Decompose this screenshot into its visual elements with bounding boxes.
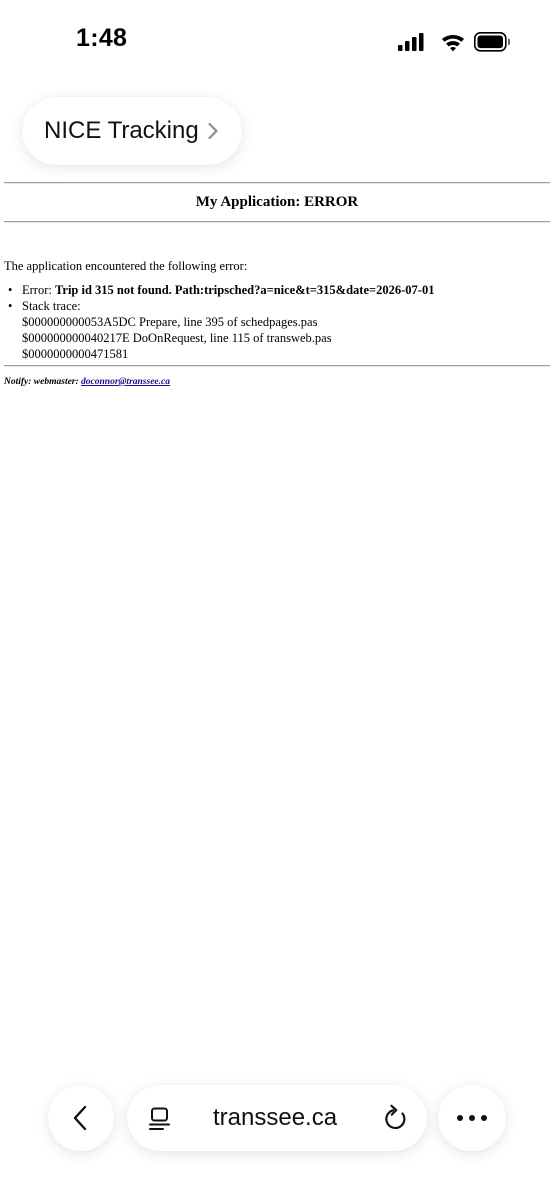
browser-window: 1:48 NICE Tracking My Application: ERROR… xyxy=(0,0,554,1200)
battery-icon xyxy=(474,32,510,52)
address-text: transsee.ca xyxy=(213,1104,338,1131)
error-message: Trip id 315 not found. Path:tripsched?a=… xyxy=(54,283,435,297)
cellular-signal-icon xyxy=(398,33,424,51)
status-bar: 1:48 xyxy=(0,0,554,80)
more-button[interactable] xyxy=(438,1085,506,1151)
page-title: My Application: ERROR xyxy=(195,194,359,210)
error-prefix: Error: xyxy=(22,283,55,297)
stack-trace-item: Stack trace: $000000000053A5DC Prepare, … xyxy=(4,298,434,362)
stack-trace-line: $0000000000471581 xyxy=(22,347,129,361)
reload-icon[interactable] xyxy=(383,1104,409,1132)
notify-line: Notify: webmaster: doconnor@transsee.ca xyxy=(4,377,170,387)
error-item: Error: Trip id 315 not found. Path:trips… xyxy=(4,282,434,298)
site-name-pill[interactable]: NICE Tracking xyxy=(22,97,242,165)
status-time: 1:48 xyxy=(76,24,128,52)
error-list: Error: Trip id 315 not found. Path:trips… xyxy=(4,282,434,362)
back-chevron-icon xyxy=(73,1105,87,1131)
site-name-label: NICE Tracking xyxy=(44,117,199,144)
more-dots-icon xyxy=(457,1115,487,1121)
status-icons xyxy=(398,32,510,52)
stack-trace-line: $000000000053A5DC Prepare, line 395 of s… xyxy=(22,315,318,329)
notify-label: Notify: webmaster: xyxy=(4,377,82,387)
stack-trace-label: Stack trace: xyxy=(22,299,81,313)
webmaster-email-link[interactable]: doconnor@transsee.ca xyxy=(81,377,170,387)
stack-trace-line: $000000000040217E DoOnRequest, line 115 … xyxy=(22,331,332,345)
divider xyxy=(4,221,550,223)
divider xyxy=(4,365,550,367)
error-intro: The application encountered the followin… xyxy=(4,259,248,273)
tab-overview-icon[interactable] xyxy=(149,1107,171,1131)
chevron-right-icon xyxy=(208,122,218,140)
divider xyxy=(4,182,550,184)
wifi-icon xyxy=(442,34,464,52)
address-bar[interactable]: transsee.ca xyxy=(127,1085,427,1151)
back-button[interactable] xyxy=(48,1085,114,1151)
